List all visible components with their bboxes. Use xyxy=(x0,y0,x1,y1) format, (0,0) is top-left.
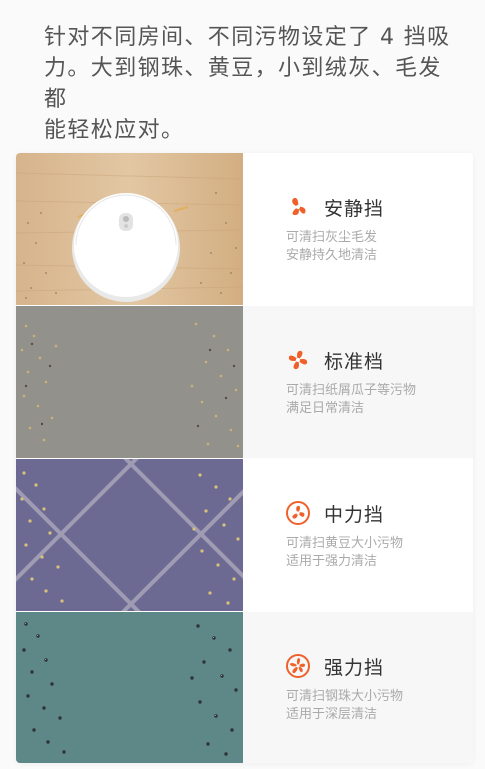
mode-desc-quiet-1: 可清扫灰尘毛发 xyxy=(286,230,378,245)
intro-line-3: 能轻松应对。 xyxy=(44,118,185,143)
intro-text: 针对不同房间、不同污物设定了 4 挡吸 力。大到钢珠、黄豆，小到绒灰、毛发都 能… xyxy=(44,22,454,146)
mode-row-strong: 强力挡 可清扫钢珠大小污物 适用于深层清洁 xyxy=(16,612,473,763)
teal-carpet-image xyxy=(16,612,243,763)
intro-line-1: 针对不同房间、不同污物设定了 4 挡吸 xyxy=(44,25,451,50)
mode-desc-strong-1: 可清扫钢珠大小污物 xyxy=(286,689,404,704)
mode-row-standard: 标准档 可清扫纸屑瓜子等污物 满足日常清洁 xyxy=(16,306,473,458)
intro-line-2: 力。大到钢珠、黄豆，小到绒灰、毛发都 xyxy=(44,56,442,112)
fan-standard-icon xyxy=(286,348,310,372)
mode-info-standard: 标准档 可清扫纸屑瓜子等污物 满足日常清洁 xyxy=(286,346,471,418)
mode-desc-medium-1: 可清扫黄豆大小污物 xyxy=(286,536,404,551)
fan-quiet-icon xyxy=(286,195,310,219)
mode-row-medium: 中力挡 可清扫黄豆大小污物 适用于强力清洁 xyxy=(16,459,473,611)
mode-title-medium: 中力挡 xyxy=(324,503,385,526)
mode-row-quiet: 安静挡 可清扫灰尘毛发 安静持久地清洁 xyxy=(16,153,473,305)
mode-title-strong: 强力挡 xyxy=(324,656,385,679)
fan-medium-icon xyxy=(286,501,310,525)
mode-info-strong: 强力挡 可清扫钢珠大小污物 适用于深层清洁 xyxy=(286,652,471,724)
fan-strong-icon xyxy=(286,654,310,678)
mode-info-quiet: 安静挡 可清扫灰尘毛发 安静持久地清洁 xyxy=(286,193,471,265)
purple-carpet-image xyxy=(16,459,243,611)
mode-desc-medium-2: 适用于强力清洁 xyxy=(286,554,378,569)
suction-modes-card: 安静挡 可清扫灰尘毛发 安静持久地清洁 标准档 可清扫纸屑瓜子等污物 满足日常清… xyxy=(16,153,473,763)
mode-title-quiet: 安静挡 xyxy=(324,197,385,220)
mode-info-medium: 中力挡 可清扫黄豆大小污物 适用于强力清洁 xyxy=(286,499,471,571)
mode-desc-standard-2: 满足日常清洁 xyxy=(286,401,365,416)
mode-desc-quiet-2: 安静持久地清洁 xyxy=(286,248,378,263)
grey-tile-image xyxy=(16,306,243,458)
mode-desc-strong-2: 适用于深层清洁 xyxy=(286,707,378,722)
wood-floor-image xyxy=(16,153,243,305)
mode-title-standard: 标准档 xyxy=(324,350,385,373)
mode-desc-standard-1: 可清扫纸屑瓜子等污物 xyxy=(286,383,417,398)
